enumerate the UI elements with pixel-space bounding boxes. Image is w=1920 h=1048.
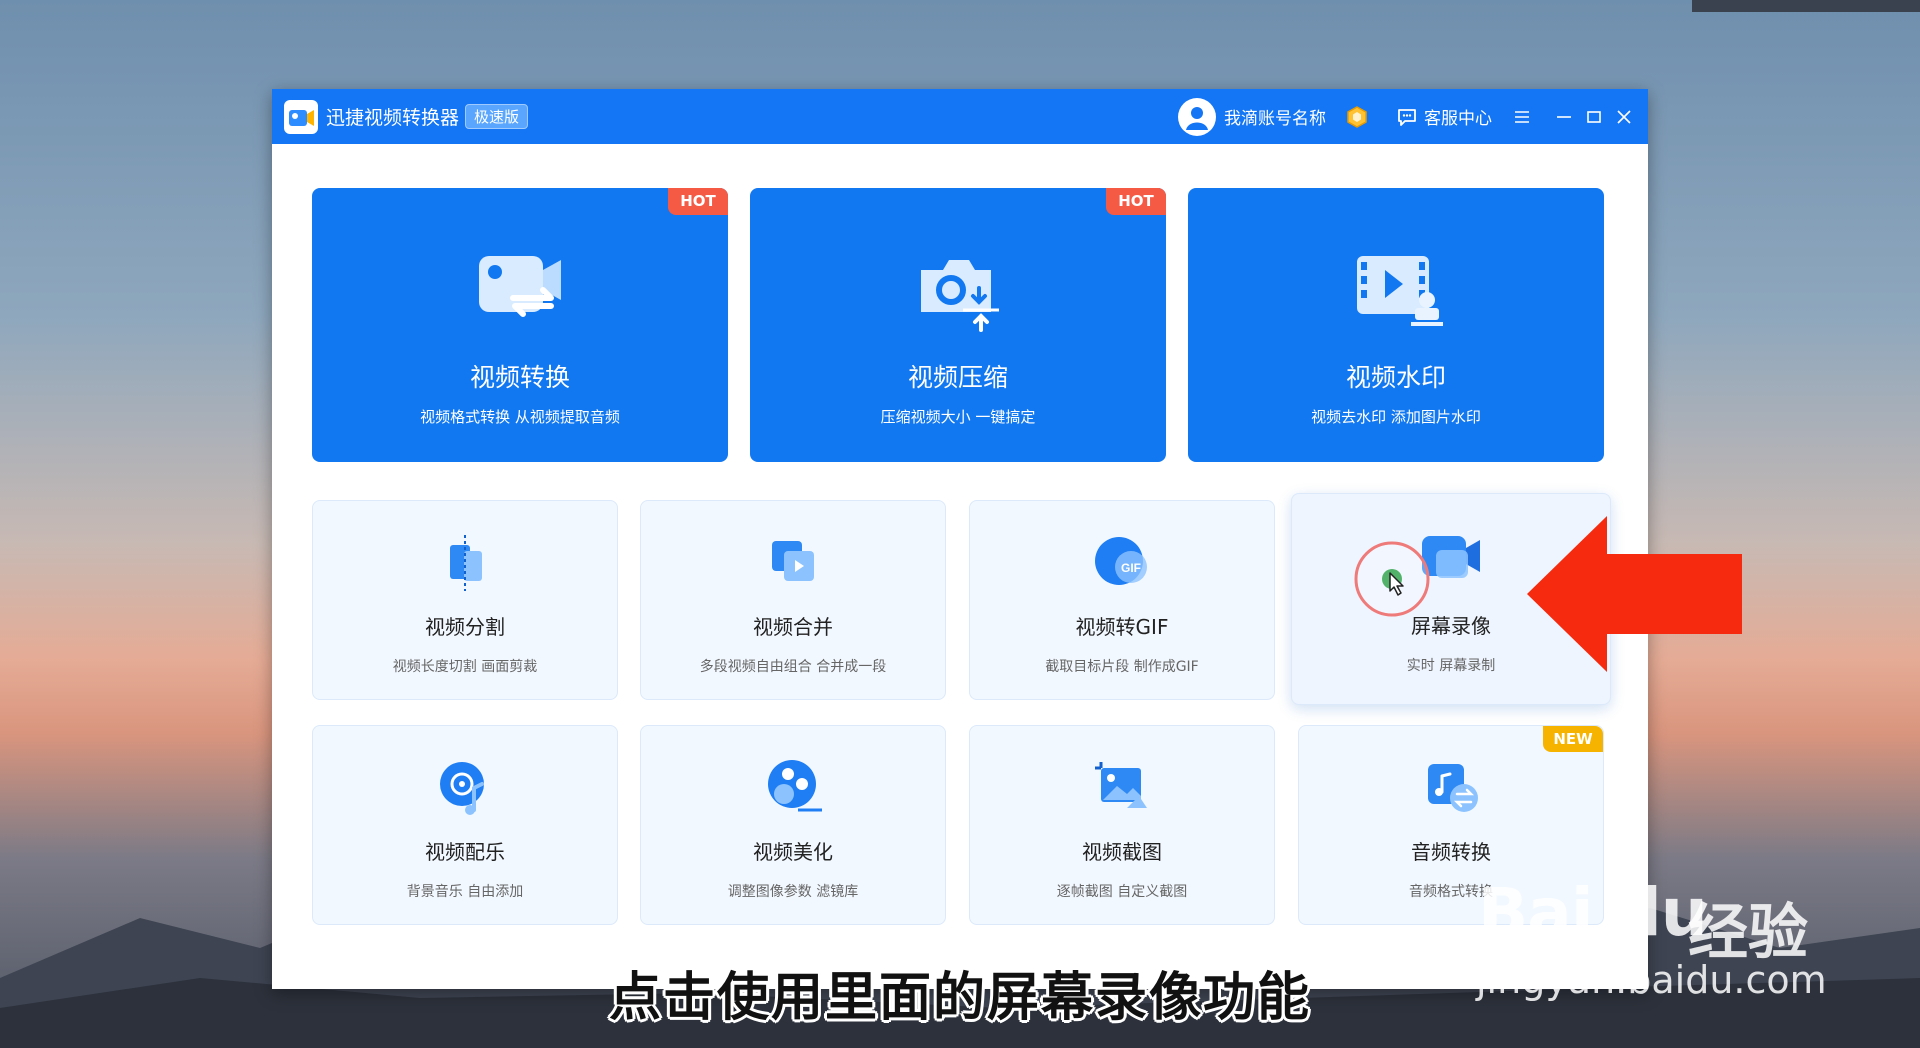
video-beautify-icon — [768, 760, 822, 812]
card-title: 视频水印 — [1345, 363, 1446, 392]
app-window: 迅捷视频转换器 极速版 我滴账号名称 客服中心 HOT 视频转换 视频格式转换 … — [272, 89, 1648, 989]
audio-convert-icon — [1428, 764, 1478, 812]
card-video-merge[interactable]: 视频合并 多段视频自由组合 合并成一段 — [640, 500, 946, 700]
customer-service-link[interactable]: 客服中心 — [1424, 104, 1492, 129]
video-merge-icon — [772, 541, 814, 581]
watermark-brand: Bai du — [1478, 874, 1708, 951]
maximize-icon — [1587, 110, 1601, 123]
avatar[interactable] — [1178, 97, 1216, 136]
video-caption: 点击使用里面的屏幕录像功能 — [608, 968, 1311, 1028]
card-title: 视频转GIF — [1075, 615, 1169, 639]
gif-icon: GIF — [1095, 537, 1147, 585]
card-video-screenshot[interactable]: 视频截图 逐帧截图 自定义截图 — [969, 725, 1275, 925]
video-music-icon — [440, 762, 484, 815]
hot-badge: HOT — [668, 188, 728, 215]
card-subtitle: 视频去水印 添加图片水印 — [1311, 408, 1481, 426]
card-subtitle: 背景音乐 自由添加 — [406, 884, 524, 900]
card-subtitle: 调整图像参数 滤镜库 — [727, 884, 859, 900]
chat-bubble-icon[interactable] — [1396, 106, 1418, 128]
card-subtitle: 截取目标片段 制作成GIF — [1045, 659, 1199, 675]
vip-hexagon-icon[interactable] — [1346, 105, 1368, 128]
card-video-convert[interactable]: HOT 视频转换 视频格式转换 从视频提取音频 — [312, 188, 728, 462]
maximize-button[interactable] — [1580, 103, 1608, 131]
card-subtitle: 视频长度切割 画面剪裁 — [392, 659, 538, 675]
video-split-icon — [450, 535, 482, 591]
hot-badge: HOT — [1106, 188, 1166, 215]
red-arrow-annotation — [1527, 516, 1742, 672]
card-video-music[interactable]: 视频配乐 背景音乐 自由添加 — [312, 725, 618, 925]
new-badge: NEW — [1543, 726, 1603, 752]
card-video-watermark[interactable]: 视频水印 视频去水印 添加图片水印 — [1188, 188, 1604, 462]
gif-icon-text: GIF — [1121, 561, 1141, 575]
card-subtitle: 压缩视频大小 一键搞定 — [880, 408, 1036, 426]
minimize-icon — [1557, 115, 1571, 118]
minimize-button[interactable] — [1550, 103, 1578, 131]
menu-icon — [1515, 110, 1529, 123]
card-video-split[interactable]: 视频分割 视频长度切割 画面剪裁 — [312, 500, 618, 700]
video-watermark-icon — [1357, 256, 1443, 326]
card-title: 视频美化 — [753, 840, 833, 864]
menu-button[interactable] — [1508, 103, 1536, 131]
video-compress-icon — [921, 260, 999, 332]
app-title: 迅捷视频转换器 — [326, 107, 460, 129]
card-video-compress[interactable]: HOT 视频压缩 压缩视频大小 一键搞定 — [750, 188, 1166, 462]
card-subtitle: 逐帧截图 自定义截图 — [1056, 884, 1188, 900]
card-title: 视频配乐 — [425, 840, 505, 864]
card-video-gif[interactable]: GIF 视频转GIF 截取目标片段 制作成GIF — [969, 500, 1275, 700]
close-icon — [1617, 109, 1631, 124]
account-name[interactable]: 我滴账号名称 — [1224, 104, 1326, 129]
card-title: 视频合并 — [753, 615, 833, 639]
card-subtitle: 视频格式转换 从视频提取音频 — [420, 408, 620, 426]
screen-corner-bar — [1692, 0, 1920, 12]
card-title: 视频压缩 — [907, 363, 1008, 392]
edition-badge: 极速版 — [465, 104, 529, 129]
close-button[interactable] — [1610, 103, 1638, 131]
app-logo-icon — [284, 99, 318, 134]
video-convert-icon — [479, 256, 561, 317]
card-title: 视频转换 — [469, 363, 570, 392]
click-cursor-icon — [1354, 541, 1430, 617]
card-title: 视频分割 — [425, 615, 505, 639]
title-bar: 迅捷视频转换器 极速版 我滴账号名称 客服中心 — [272, 89, 1648, 144]
video-screenshot-icon — [1095, 762, 1147, 808]
card-subtitle: 多段视频自由组合 合并成一段 — [699, 659, 887, 675]
card-video-beautify[interactable]: 视频美化 调整图像参数 滤镜库 — [640, 725, 946, 925]
card-title: 视频截图 — [1082, 840, 1162, 864]
